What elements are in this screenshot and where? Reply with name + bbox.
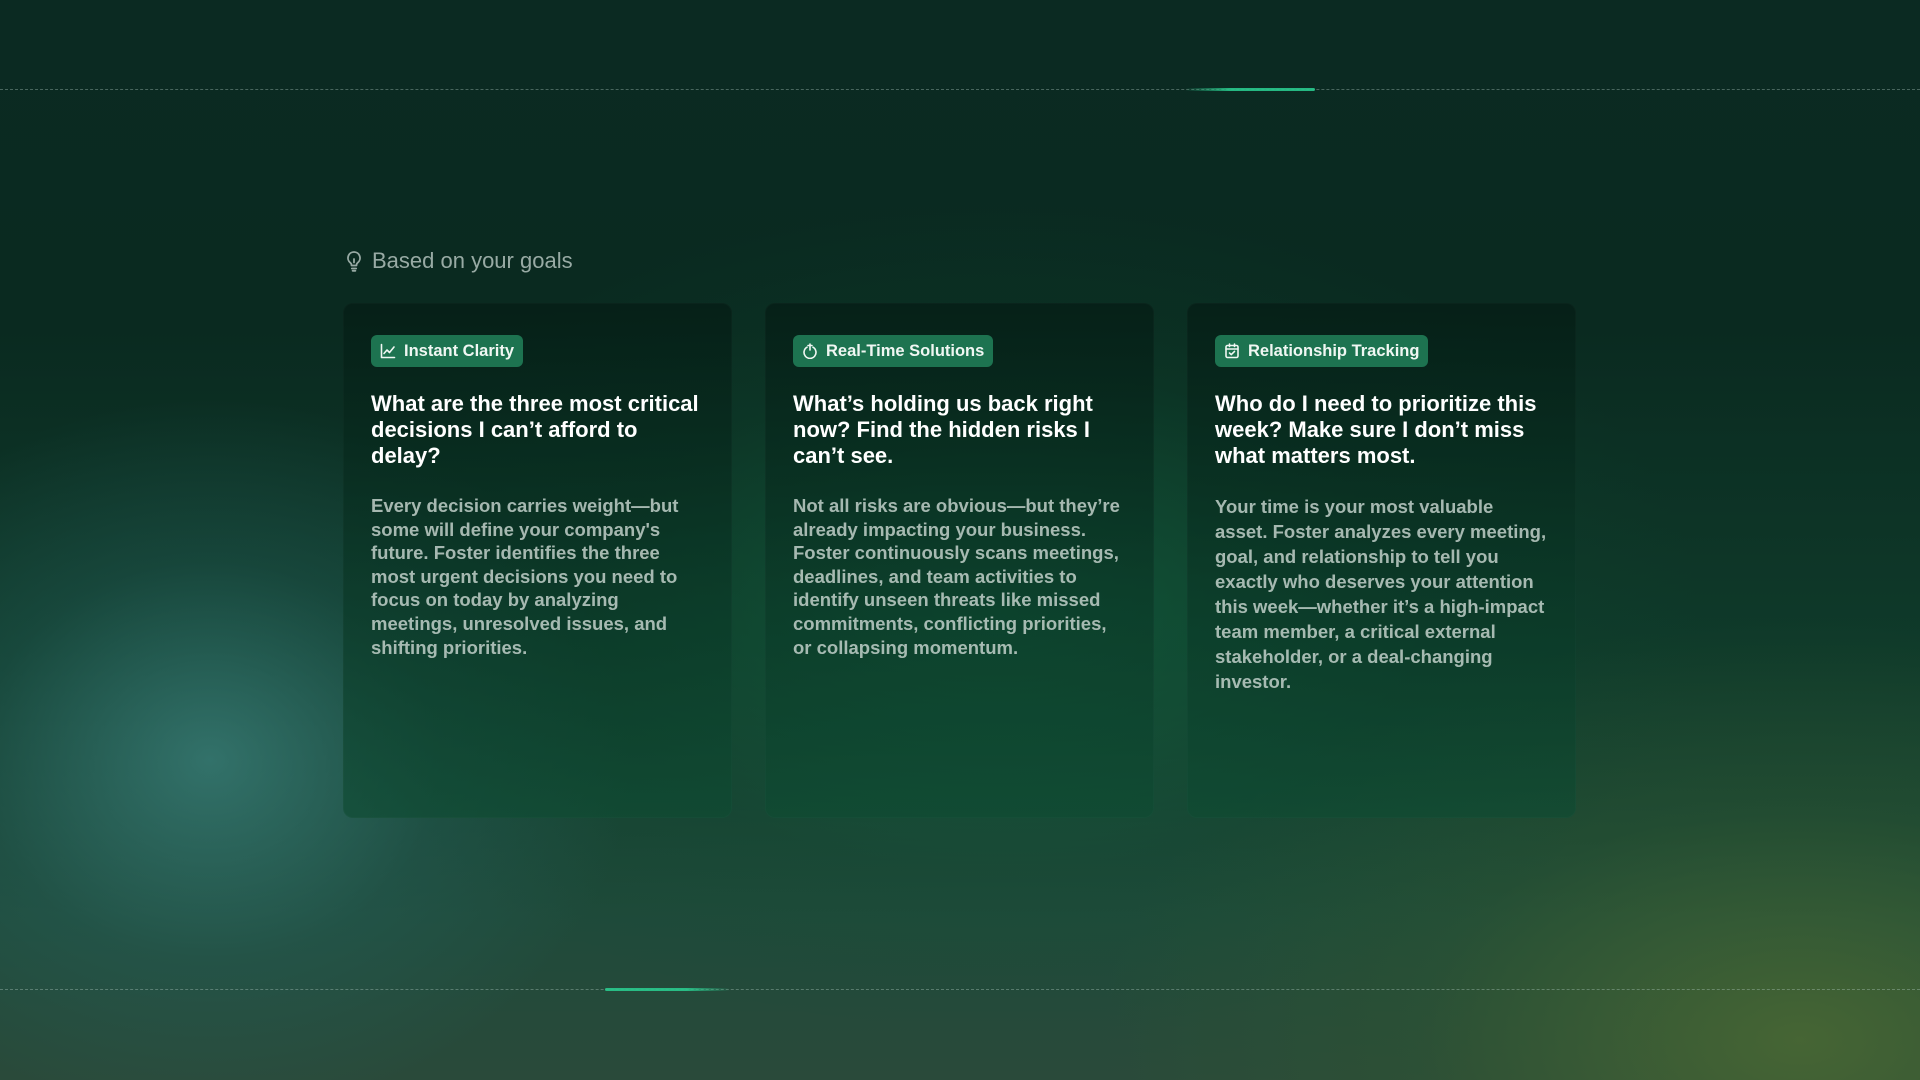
bottom-divider-accent <box>605 988 730 991</box>
bottom-divider <box>0 989 1920 990</box>
card-badge-label: Instant Clarity <box>404 342 515 360</box>
card-badge: Relationship Tracking <box>1215 335 1429 367</box>
card-question: What’s holding us back right now? Find t… <box>793 391 1093 468</box>
card-badge: Real-Time Solutions <box>793 335 994 367</box>
calendar-check-icon <box>1224 343 1240 359</box>
section-header: Based on your goals <box>344 248 573 274</box>
top-divider <box>0 89 1920 90</box>
goal-card-real-time-solutions[interactable]: Real-Time Solutions What’s holding us ba… <box>765 303 1154 818</box>
goal-card-instant-clarity[interactable]: Instant Clarity What are the three most … <box>343 303 732 818</box>
section-title: Based on your goals <box>372 248 573 273</box>
lightbulb-icon <box>344 250 364 272</box>
card-description: Your time is your most valuable asset. F… <box>1215 496 1547 692</box>
card-question: What are the three most critical decisio… <box>371 391 699 468</box>
card-badge-label: Real-Time Solutions <box>826 342 985 360</box>
card-description: Every decision carries weight—but some w… <box>371 495 679 658</box>
chart-line-icon <box>380 343 396 359</box>
card-badge-label: Relationship Tracking <box>1248 342 1420 360</box>
card-question: Who do I need to prioritize this week? M… <box>1215 391 1537 468</box>
goal-card-relationship-tracking[interactable]: Relationship Tracking Who do I need to p… <box>1187 303 1576 818</box>
goal-cards: Instant Clarity What are the three most … <box>343 303 1576 818</box>
lifebuoy-icon <box>802 343 818 359</box>
card-description: Not all risks are obvious—but they’re al… <box>793 495 1120 658</box>
top-divider-accent <box>1185 88 1315 91</box>
card-badge: Instant Clarity <box>371 335 524 367</box>
